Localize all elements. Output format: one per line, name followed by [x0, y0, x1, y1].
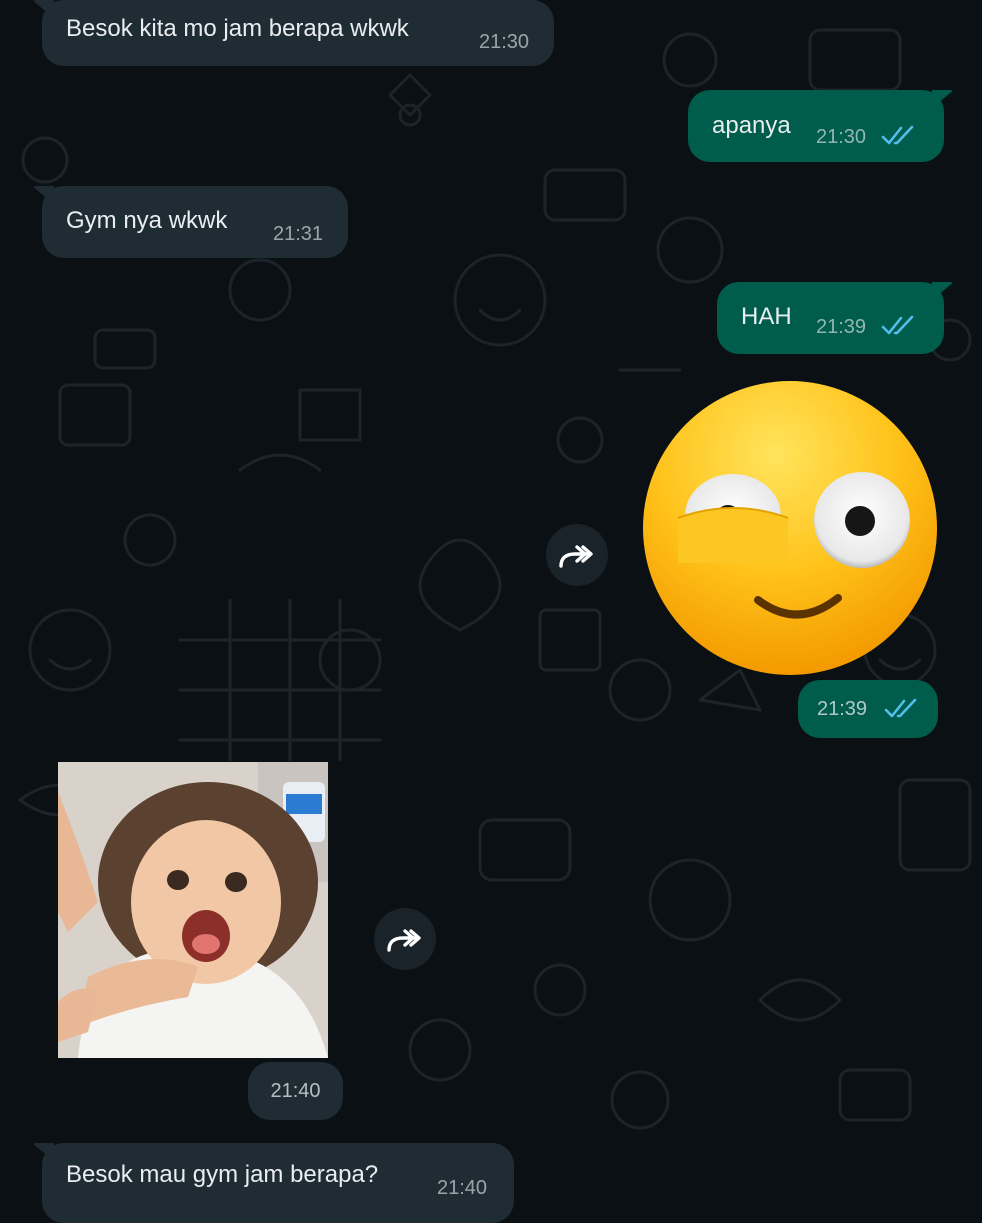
forward-button[interactable]: [374, 908, 436, 970]
message-time: 21:39: [817, 697, 868, 720]
incoming-message-3[interactable]: Gym nya wkwk 21:31: [32, 186, 348, 258]
message-time: 21:31: [273, 223, 324, 245]
double-check-icon: [884, 698, 917, 718]
message-time: 21:30: [816, 126, 867, 148]
message-text: HAH: [741, 303, 792, 330]
incoming-message-1[interactable]: Besok kita mo jam berapa wkwk 21:30: [32, 0, 554, 66]
emoji-sticker[interactable]: [640, 378, 940, 678]
forward-button[interactable]: [546, 524, 608, 586]
message-text: apanya: [712, 112, 791, 139]
forward-icon: [559, 545, 593, 568]
message-time: 21:39: [816, 316, 867, 338]
sticker-time-pill: 21:40: [248, 1062, 343, 1120]
message-text: Besok mau gym jam berapa?: [66, 1161, 379, 1188]
forward-icon: [387, 929, 421, 952]
message-time: 21:40: [270, 1079, 321, 1102]
message-time: 21:40: [437, 1177, 488, 1199]
double-check-icon: [881, 315, 914, 335]
incoming-message-7[interactable]: Besok mau gym jam berapa? 21:40: [32, 1143, 514, 1223]
message-text: Gym nya wkwk: [66, 207, 228, 234]
double-check-icon: [881, 125, 914, 145]
child-photo-image: [58, 762, 328, 1058]
outgoing-message-4[interactable]: HAH 21:39: [717, 282, 954, 354]
message-time: 21:30: [479, 31, 530, 53]
sticker-time-pill: 21:39: [798, 680, 938, 738]
message-text: Besok kita mo jam berapa wkwk: [66, 15, 409, 42]
outgoing-message-2[interactable]: apanya 21:30: [688, 90, 954, 162]
photo-sticker[interactable]: [58, 762, 328, 1058]
